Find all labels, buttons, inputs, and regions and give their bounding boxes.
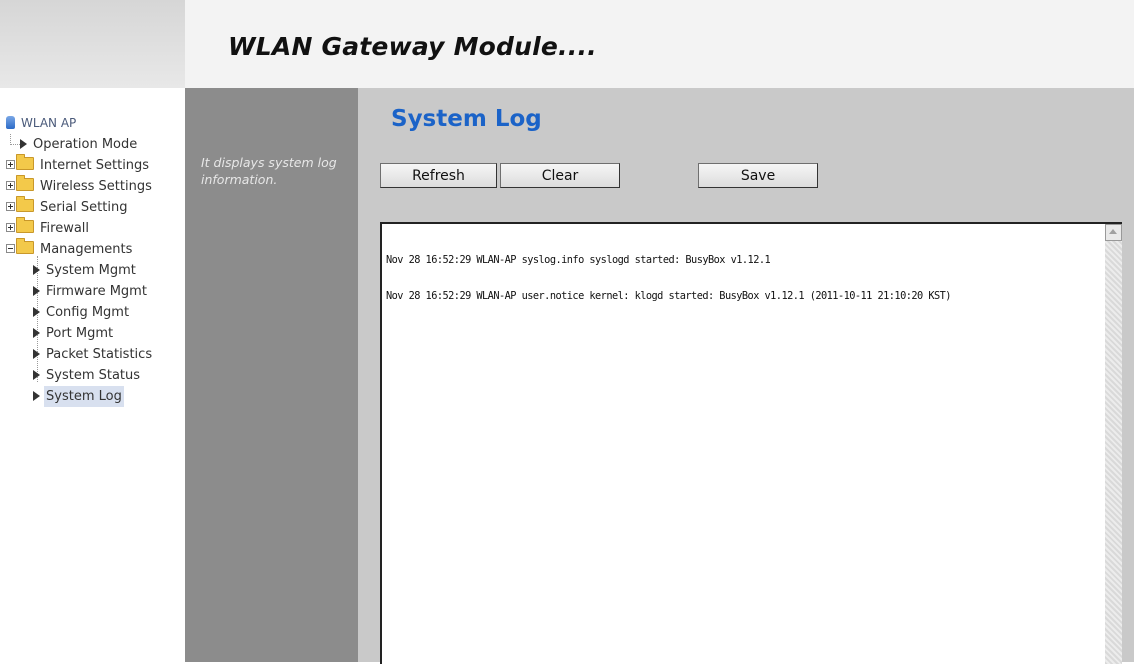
clear-button[interactable]: Clear (500, 163, 620, 188)
tree-root-wlan-ap[interactable]: WLAN AP (6, 113, 154, 134)
arrow-right-icon (33, 286, 40, 296)
sidebar-item-packet-statistics[interactable]: Packet Statistics (6, 344, 154, 365)
refresh-button[interactable]: Refresh (380, 163, 497, 188)
network-icon (6, 116, 15, 129)
sidebar-item-wireless-settings[interactable]: Wireless Settings (6, 175, 154, 197)
logo-corner (0, 0, 185, 88)
sidebar-item-internet-settings[interactable]: Internet Settings (6, 154, 154, 176)
expand-icon[interactable] (6, 181, 15, 190)
folder-icon (16, 217, 34, 233)
sidebar-item-operation-mode[interactable]: Operation Mode (6, 134, 154, 155)
expand-icon[interactable] (6, 160, 15, 169)
log-content: Nov 28 16:52:29 WLAN-AP syslog.info sysl… (386, 230, 951, 326)
scroll-up-icon[interactable] (1105, 224, 1122, 241)
arrow-right-icon (33, 349, 40, 359)
log-textarea[interactable]: Nov 28 16:52:29 WLAN-AP syslog.info sysl… (380, 222, 1122, 664)
vertical-scrollbar[interactable] (1105, 224, 1122, 664)
sidebar-item-system-log[interactable]: System Log (6, 386, 154, 407)
expand-icon[interactable] (6, 202, 15, 211)
save-button[interactable]: Save (698, 163, 818, 188)
arrow-right-icon (33, 307, 40, 317)
main-panel: System Log Refresh Clear Save Nov 28 16:… (358, 88, 1134, 664)
header-bar: WLAN Gateway Module.... (185, 0, 1134, 88)
log-line: Nov 28 16:52:29 WLAN-AP syslog.info sysl… (386, 254, 771, 266)
sidebar-item-system-status[interactable]: System Status (6, 365, 154, 386)
sidebar-item-firewall[interactable]: Firewall (6, 217, 154, 239)
page-description: It displays system log information. (201, 155, 337, 187)
description-panel: It displays system log information. (185, 88, 358, 662)
folder-icon (16, 154, 34, 170)
sidebar-item-firmware-mgmt[interactable]: Firmware Mgmt (6, 281, 154, 302)
log-line: Nov 28 16:52:29 WLAN-AP user.notice kern… (386, 290, 951, 302)
header-title: WLAN Gateway Module.... (228, 32, 597, 61)
folder-icon (16, 175, 34, 191)
sidebar-item-port-mgmt[interactable]: Port Mgmt (6, 323, 154, 344)
sidebar-item-serial-setting[interactable]: Serial Setting (6, 196, 154, 218)
folder-open-icon (16, 238, 34, 254)
expand-icon[interactable] (6, 223, 15, 232)
arrow-right-icon (33, 328, 40, 338)
arrow-right-icon (33, 370, 40, 380)
sidebar-item-system-mgmt[interactable]: System Mgmt (6, 260, 154, 281)
sidebar-item-managements[interactable]: Managements (6, 238, 154, 260)
sidebar-item-config-mgmt[interactable]: Config Mgmt (6, 302, 154, 323)
folder-icon (16, 196, 34, 212)
sidebar-tree: WLAN AP Operation Mode Internet Settings… (0, 88, 185, 662)
arrow-right-icon (33, 391, 40, 401)
arrow-right-icon (33, 265, 40, 275)
page-title: System Log (391, 106, 542, 132)
collapse-icon[interactable] (6, 244, 15, 253)
arrow-right-icon (20, 139, 27, 149)
